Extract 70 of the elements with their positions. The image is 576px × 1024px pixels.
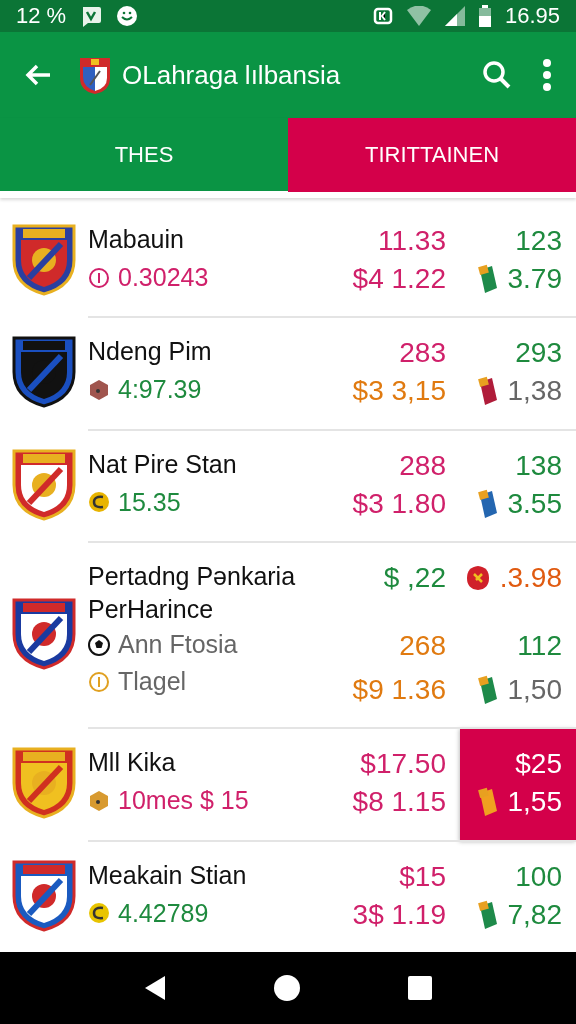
club-crest-icon (78, 55, 112, 95)
value: 1,38 (507, 375, 562, 408)
tab[interactable]: TIRITTAINEN (288, 118, 576, 192)
odds-cell[interactable]: 293 1,38 (460, 316, 576, 429)
value: $25 (515, 748, 562, 781)
value: $17.50 (360, 748, 446, 781)
value: $3 3,15 (352, 375, 446, 408)
battery-percent: 12 % (16, 3, 67, 29)
home-icon (274, 975, 300, 1001)
team-name: Mabauin (88, 225, 185, 255)
tab[interactable]: THES (0, 118, 288, 198)
team-name: Meakain Stian (88, 860, 248, 890)
value: 288 (399, 449, 446, 482)
value: $9 1.36 (352, 674, 446, 707)
value: 138 (515, 449, 562, 482)
value: 3.55 (507, 487, 562, 520)
value: 3.79 (507, 263, 562, 296)
value: .3.98 (499, 562, 562, 595)
chat-icon (80, 5, 103, 27)
value: 123 (515, 225, 562, 258)
team-stat: 10mes $ 15 (118, 786, 249, 816)
value: 1,55 (507, 786, 562, 819)
value: 268 (399, 630, 446, 663)
ring-icon (88, 266, 110, 289)
team-stat: Tlagel (118, 667, 187, 697)
value: $3 1.80 (352, 487, 446, 520)
wifi-icon (406, 6, 431, 26)
value: 3$ 1.19 (352, 898, 446, 931)
back-icon (144, 975, 166, 1001)
value: $4 1.22 (352, 263, 446, 296)
search-icon (482, 60, 512, 90)
odds-cell[interactable]: $25 1,55 (460, 727, 576, 840)
team-stat: 0.30243 (118, 263, 209, 293)
team-stat: 4:97.39 (118, 375, 202, 405)
clock-time: 16.95 (504, 3, 560, 29)
team-name: Nat Pire Stan (88, 449, 238, 479)
smiley-icon (116, 5, 139, 27)
back-arrow-icon (24, 63, 52, 87)
app-title: OLahraga lılbansia (122, 59, 342, 91)
odds-cell[interactable]: .3.98 112 1,50 (460, 541, 576, 728)
team-name: Ndeng Pim (88, 337, 213, 367)
battery-icon (478, 5, 491, 27)
team-name: Mll Kika (88, 748, 177, 778)
odds-cell[interactable]: 138 3.55 (460, 428, 576, 541)
team-stat: 4.42789 (118, 898, 209, 928)
value: 283 (399, 337, 446, 370)
hexagon-icon (88, 789, 110, 812)
value: $ ,22 (383, 562, 446, 595)
coin-icon (88, 491, 110, 514)
value: 112 (517, 630, 562, 663)
value: 11.33 (378, 225, 446, 258)
recents-icon (408, 976, 432, 1000)
more-icon (542, 58, 552, 92)
value: 7,82 (507, 898, 562, 931)
team-stat: Ann Ftosia (118, 630, 238, 660)
team-name: PerHarince (88, 595, 215, 625)
value: 293 (515, 337, 562, 370)
soccer-ball-icon (88, 633, 110, 656)
value: $8 1.15 (352, 786, 446, 819)
odds-cell[interactable]: 123 3.79 (460, 204, 576, 317)
value: 1,50 (507, 674, 562, 707)
hexagon-icon (88, 379, 110, 401)
value: 100 (515, 860, 562, 893)
coin-icon (88, 902, 110, 925)
signal-icon (444, 6, 465, 26)
odds-cell[interactable]: 100 7,82 (460, 839, 576, 952)
value: $15 (399, 860, 446, 893)
team-stat: 15.35 (118, 487, 181, 517)
team-name: Pertadng Pənkaria (88, 562, 297, 592)
ring-icon (88, 670, 110, 693)
